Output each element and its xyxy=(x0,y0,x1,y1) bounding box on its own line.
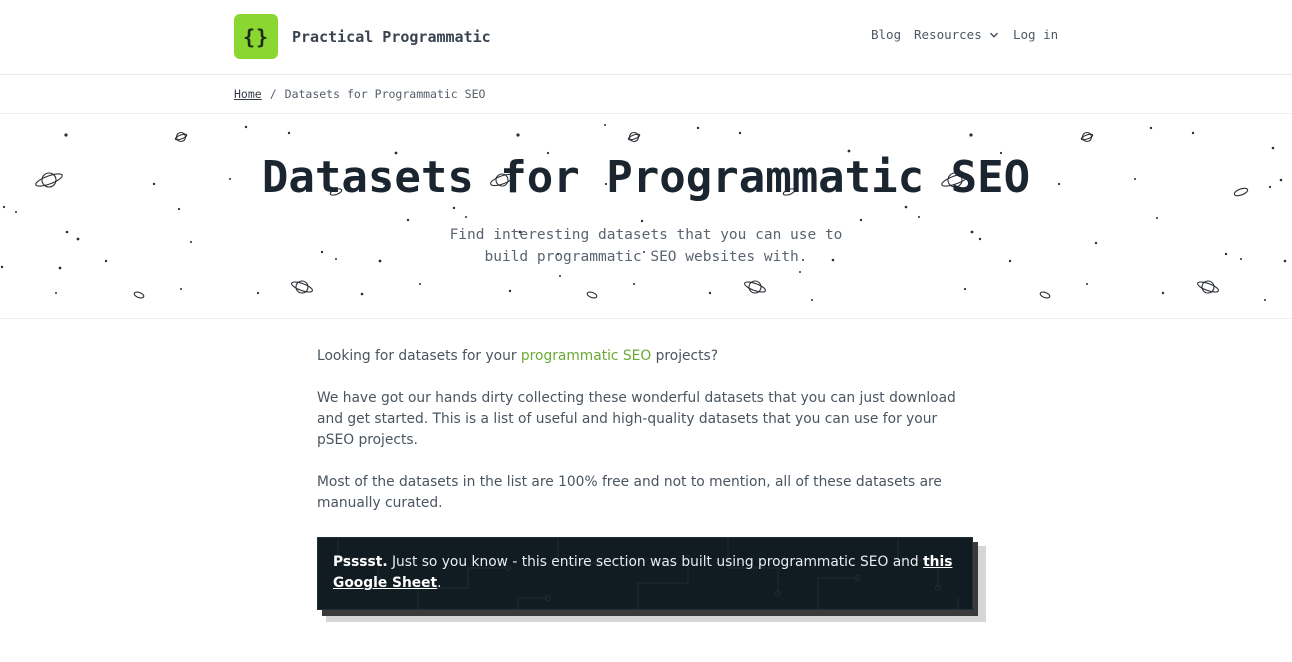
logo[interactable]: {} xyxy=(234,14,278,59)
nav-login-link[interactable]: Log in xyxy=(1013,27,1058,42)
callout-text: Psssst. Just so you know - this entire s… xyxy=(333,554,953,591)
site-header: {} Practical Programmatic Blog Resources… xyxy=(0,0,1292,75)
callout-lead: Psssst. xyxy=(333,554,388,570)
hero-section: Datasets for Programmatic SEO Find inter… xyxy=(0,114,1292,319)
intro-content: Looking for datasets for your programmat… xyxy=(317,346,977,535)
chevron-down-icon xyxy=(989,32,998,38)
intro-paragraph-1: Looking for datasets for your programmat… xyxy=(317,348,719,364)
intro-paragraph-2: We have got our hands dirty collecting t… xyxy=(317,390,956,448)
breadcrumb-separator: / xyxy=(269,87,277,101)
nav-resources-dropdown[interactable]: Resources xyxy=(914,27,999,42)
brand-name[interactable]: Practical Programmatic xyxy=(292,28,491,46)
logo-braces-icon: {} xyxy=(242,24,270,49)
page-subtitle: Find interesting datasets that you can u… xyxy=(449,227,843,265)
breadcrumb: Home / Datasets for Programmatic SEO xyxy=(0,75,1292,114)
starfield-background xyxy=(0,124,1287,301)
nav-blog-link[interactable]: Blog xyxy=(871,27,901,42)
page-title: Datasets for Programmatic SEO xyxy=(261,152,1031,203)
breadcrumb-home-link[interactable]: Home xyxy=(234,87,262,101)
callout-box: Psssst. Just so you know - this entire s… xyxy=(317,537,973,610)
breadcrumb-current: Datasets for Programmatic SEO xyxy=(284,87,486,101)
intro-paragraph-3: Most of the datasets in the list are 100… xyxy=(317,474,942,511)
programmatic-seo-link[interactable]: programmatic SEO xyxy=(521,348,651,364)
